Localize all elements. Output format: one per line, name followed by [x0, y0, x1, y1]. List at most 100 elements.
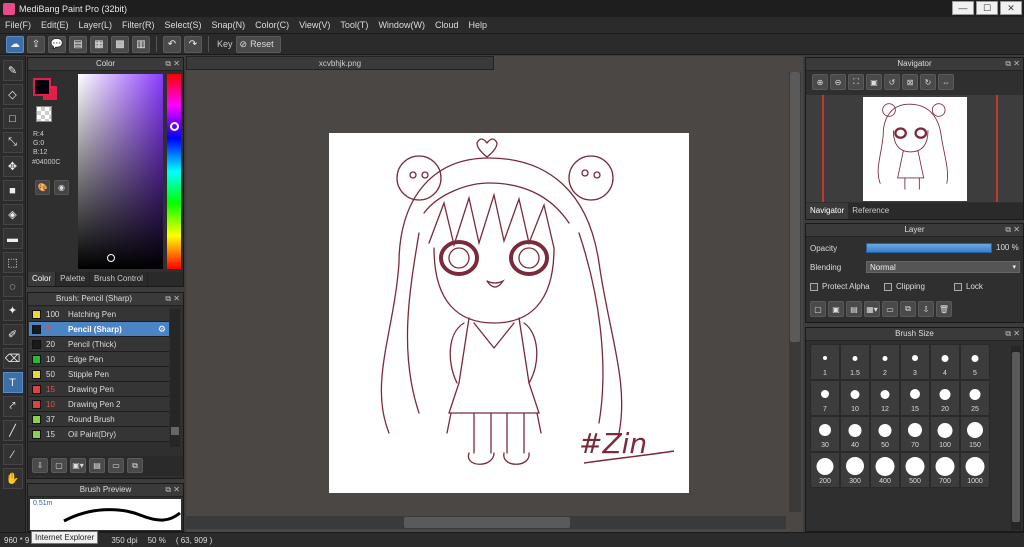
comment-icon[interactable]: 💬: [48, 35, 66, 53]
delete-layer-icon[interactable]: 🗑: [936, 301, 952, 317]
duplicate-icon[interactable]: ⧉: [127, 458, 143, 473]
navigator-view[interactable]: [806, 95, 1023, 202]
clipping-checkbox[interactable]: [884, 282, 892, 291]
document-tab[interactable]: xcvbhjk.png: [186, 56, 494, 70]
tab-brush-control[interactable]: Brush Control: [90, 272, 148, 286]
brush-list-item[interactable]: 50 Stipple Pen: [29, 367, 169, 382]
maximize-button[interactable]: ☐: [976, 1, 998, 15]
saturation-value-picker[interactable]: [78, 74, 163, 269]
reset-rotation-icon[interactable]: ⊠: [902, 74, 918, 90]
brush-size-cell[interactable]: 70: [900, 416, 930, 452]
rotate-left-icon[interactable]: ↺: [884, 74, 900, 90]
undo-icon[interactable]: ↶: [163, 35, 181, 53]
brush-size-cell[interactable]: 700: [930, 452, 960, 488]
reset-button[interactable]: ⊘ Reset: [235, 35, 281, 53]
brush-list-scrollbar[interactable]: [170, 309, 180, 447]
brush-size-cell[interactable]: 12: [870, 380, 900, 416]
brush-size-cell[interactable]: 15: [900, 380, 930, 416]
select-tool-icon[interactable]: ⬚: [2, 252, 23, 273]
artboard[interactable]: #Zin: [329, 133, 689, 493]
fit-view-icon[interactable]: ⛶: [848, 74, 864, 90]
panel-controls[interactable]: ⧉ ✕: [1005, 58, 1020, 70]
add-brush-icon[interactable]: ▣▾: [70, 458, 86, 473]
new-layer-1bit-icon[interactable]: ▤: [846, 301, 862, 317]
zoom-out-icon[interactable]: ⊖: [830, 74, 846, 90]
clipping-option[interactable]: Clipping: [884, 282, 925, 291]
tab-color[interactable]: Color: [28, 272, 57, 286]
hand-tool-icon[interactable]: ✋: [2, 468, 23, 489]
scrollbar-thumb[interactable]: [790, 72, 800, 342]
brush-tool-icon[interactable]: ✎: [2, 60, 23, 81]
menu-cloud[interactable]: Cloud: [430, 20, 464, 30]
duplicate-layer-icon[interactable]: ⧉: [900, 301, 916, 317]
scrollbar-thumb[interactable]: [171, 427, 179, 435]
scrollbar-thumb[interactable]: [404, 517, 570, 528]
new-layer-icon[interactable]: ▢: [810, 301, 826, 317]
brush-size-cell[interactable]: 300: [840, 452, 870, 488]
brush-size-cell[interactable]: 40: [840, 416, 870, 452]
brush-list-item[interactable]: 37 Round Brush: [29, 412, 169, 427]
lasso-tool-icon[interactable]: ◌: [2, 276, 23, 297]
actual-size-icon[interactable]: ▣: [866, 74, 882, 90]
brush-size-cell[interactable]: 10: [840, 380, 870, 416]
brush-list-item[interactable]: 20 Pencil (Thick): [29, 337, 169, 352]
transparent-color-swatch[interactable]: [36, 106, 52, 122]
menu-edit[interactable]: Edit(E): [36, 20, 74, 30]
menu-filter[interactable]: Filter(R): [117, 20, 160, 30]
hue-slider-marker[interactable]: [170, 122, 179, 131]
rotate-right-icon[interactable]: ↻: [920, 74, 936, 90]
redo-icon[interactable]: ↷: [184, 35, 202, 53]
tab-palette[interactable]: Palette: [56, 272, 91, 286]
folder-icon[interactable]: ▭: [108, 458, 124, 473]
minimize-button[interactable]: —: [952, 1, 974, 15]
lock-checkbox[interactable]: [954, 282, 962, 291]
menu-file[interactable]: File(F): [0, 20, 36, 30]
tab-reference[interactable]: Reference: [848, 203, 893, 219]
cloud-download-icon[interactable]: ⇩: [32, 458, 48, 473]
brush-list-item[interactable]: 15 Oil Paint(Dry): [29, 427, 169, 442]
menu-tool[interactable]: Tool(T): [335, 20, 373, 30]
brush-size-cell[interactable]: 1000: [960, 452, 990, 488]
grid-icon[interactable]: ▩: [111, 35, 129, 53]
panel-controls[interactable]: ⧉ ✕: [165, 484, 180, 496]
tab-navigator[interactable]: Navigator: [806, 203, 849, 219]
brush-list-item[interactable]: 15 Drawing Pen: [29, 382, 169, 397]
menu-select[interactable]: Select(S): [160, 20, 207, 30]
canvas-horizontal-scrollbar[interactable]: [186, 516, 786, 529]
panel-controls[interactable]: ⧉ ✕: [165, 293, 180, 305]
foreground-color-swatch[interactable]: [33, 78, 51, 96]
menu-help[interactable]: Help: [463, 20, 492, 30]
dot-tool-icon[interactable]: ⤡: [2, 132, 23, 153]
protect-alpha-checkbox[interactable]: [810, 282, 818, 291]
eyedropper-tool-icon[interactable]: ⁄: [2, 444, 23, 465]
brush-size-cell[interactable]: 500: [900, 452, 930, 488]
flip-horizontal-icon[interactable]: ⇔: [938, 74, 954, 90]
eraser-tool-icon[interactable]: ◇: [2, 84, 23, 105]
brush-size-cell[interactable]: 2: [870, 344, 900, 380]
brush-list-item[interactable]: 10 Edge Pen: [29, 352, 169, 367]
brush-size-scrollbar[interactable]: [1011, 346, 1021, 530]
fill-rect-tool-icon[interactable]: ■: [2, 180, 23, 201]
brush-size-cell[interactable]: 30: [810, 416, 840, 452]
scrollbar-thumb[interactable]: [1012, 352, 1020, 522]
panel-controls[interactable]: ⧉ ✕: [165, 58, 180, 70]
divide-tool-icon[interactable]: ╱: [2, 420, 23, 441]
new-color-layer-icon[interactable]: ▣: [828, 301, 844, 317]
brush-size-cell[interactable]: 7: [810, 380, 840, 416]
brush-size-cell[interactable]: 3: [900, 344, 930, 380]
layout-icon[interactable]: ▥: [132, 35, 150, 53]
menu-snap[interactable]: Snap(N): [207, 20, 251, 30]
upload-icon[interactable]: ⇪: [27, 35, 45, 53]
gear-icon[interactable]: ⚙: [158, 324, 166, 335]
panel-controls[interactable]: ⧉ ✕: [1005, 328, 1020, 340]
brush-list-item[interactable]: 7 Pencil (Sharp) ⚙: [29, 322, 169, 337]
merge-layer-icon[interactable]: ⇩: [918, 301, 934, 317]
zoom-in-icon[interactable]: ⊕: [812, 74, 828, 90]
gradient-tool-icon[interactable]: ▬: [2, 228, 23, 249]
brush-size-cell[interactable]: 4: [930, 344, 960, 380]
bucket-tool-icon[interactable]: ◈: [2, 204, 23, 225]
panel-controls[interactable]: ⧉ ✕: [1005, 224, 1020, 236]
brush-size-cell[interactable]: 5: [960, 344, 990, 380]
canvas-vertical-scrollbar[interactable]: [789, 72, 801, 512]
hue-slider[interactable]: [167, 74, 181, 269]
